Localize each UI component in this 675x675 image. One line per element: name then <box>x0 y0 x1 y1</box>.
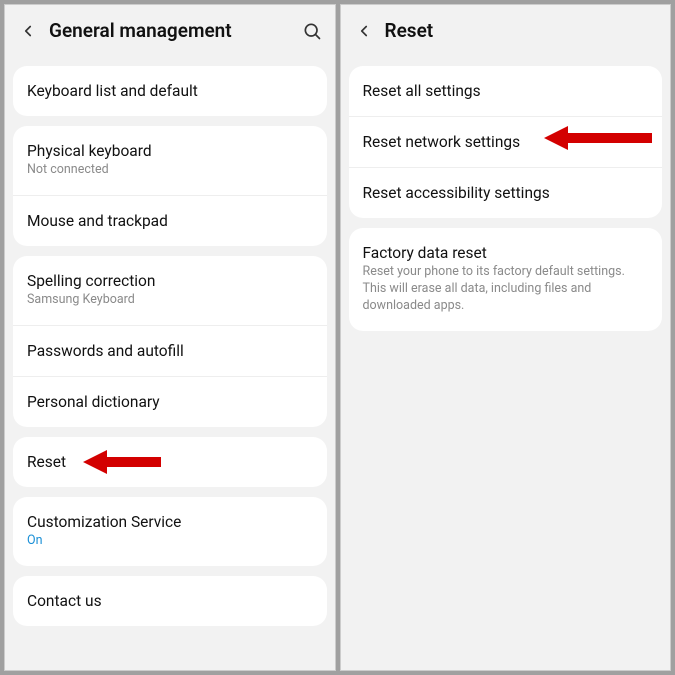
screen-reset: Reset Reset all settings Reset network s… <box>340 4 672 671</box>
item-title: Reset accessibility settings <box>363 184 649 202</box>
content: Reset all settings Reset network setting… <box>341 56 671 670</box>
item-title: Personal dictionary <box>27 393 313 411</box>
item-subtitle: Not connected <box>27 162 313 179</box>
item-subtitle: On <box>27 533 313 550</box>
header: General management <box>5 5 335 56</box>
settings-group: Spelling correction Samsung Keyboard Pas… <box>13 256 327 427</box>
item-title: Mouse and trackpad <box>27 212 313 230</box>
page-title: General management <box>49 19 301 42</box>
item-title: Spelling correction <box>27 272 313 290</box>
header: Reset <box>341 5 671 56</box>
item-customization-service[interactable]: Customization Service On <box>13 497 327 566</box>
item-title: Reset all settings <box>363 82 649 100</box>
page-title: Reset <box>385 19 659 42</box>
item-reset[interactable]: Reset <box>13 437 327 487</box>
item-title: Contact us <box>27 592 313 610</box>
settings-group: Factory data reset Reset your phone to i… <box>349 228 663 331</box>
item-reset-network-settings[interactable]: Reset network settings <box>349 116 663 167</box>
settings-group: Reset <box>13 437 327 487</box>
item-title: Keyboard list and default <box>27 82 313 100</box>
back-icon[interactable] <box>353 20 375 42</box>
item-title: Factory data reset <box>363 244 649 262</box>
settings-group: Reset all settings Reset network setting… <box>349 66 663 218</box>
settings-group: Customization Service On <box>13 497 327 566</box>
settings-group: Contact us <box>13 576 327 626</box>
settings-group: Keyboard list and default <box>13 66 327 116</box>
item-title: Reset <box>27 453 313 471</box>
item-contact-us[interactable]: Contact us <box>13 576 327 626</box>
item-title: Physical keyboard <box>27 142 313 160</box>
item-spelling-correction[interactable]: Spelling correction Samsung Keyboard <box>13 256 327 325</box>
item-reset-accessibility-settings[interactable]: Reset accessibility settings <box>349 167 663 218</box>
item-passwords-autofill[interactable]: Passwords and autofill <box>13 325 327 376</box>
back-icon[interactable] <box>17 20 39 42</box>
item-title: Customization Service <box>27 513 313 531</box>
item-reset-all-settings[interactable]: Reset all settings <box>349 66 663 116</box>
search-icon[interactable] <box>301 20 323 42</box>
item-subtitle: Reset your phone to its factory default … <box>363 264 649 315</box>
item-keyboard-list[interactable]: Keyboard list and default <box>13 66 327 116</box>
item-mouse-trackpad[interactable]: Mouse and trackpad <box>13 195 327 246</box>
screen-general-management: General management Keyboard list and def… <box>4 4 336 671</box>
item-personal-dictionary[interactable]: Personal dictionary <box>13 376 327 427</box>
item-title: Reset network settings <box>363 133 649 151</box>
item-title: Passwords and autofill <box>27 342 313 360</box>
item-physical-keyboard[interactable]: Physical keyboard Not connected <box>13 126 327 195</box>
item-subtitle: Samsung Keyboard <box>27 292 313 309</box>
item-factory-data-reset[interactable]: Factory data reset Reset your phone to i… <box>349 228 663 331</box>
settings-group: Physical keyboard Not connected Mouse an… <box>13 126 327 246</box>
content: Keyboard list and default Physical keybo… <box>5 56 335 670</box>
